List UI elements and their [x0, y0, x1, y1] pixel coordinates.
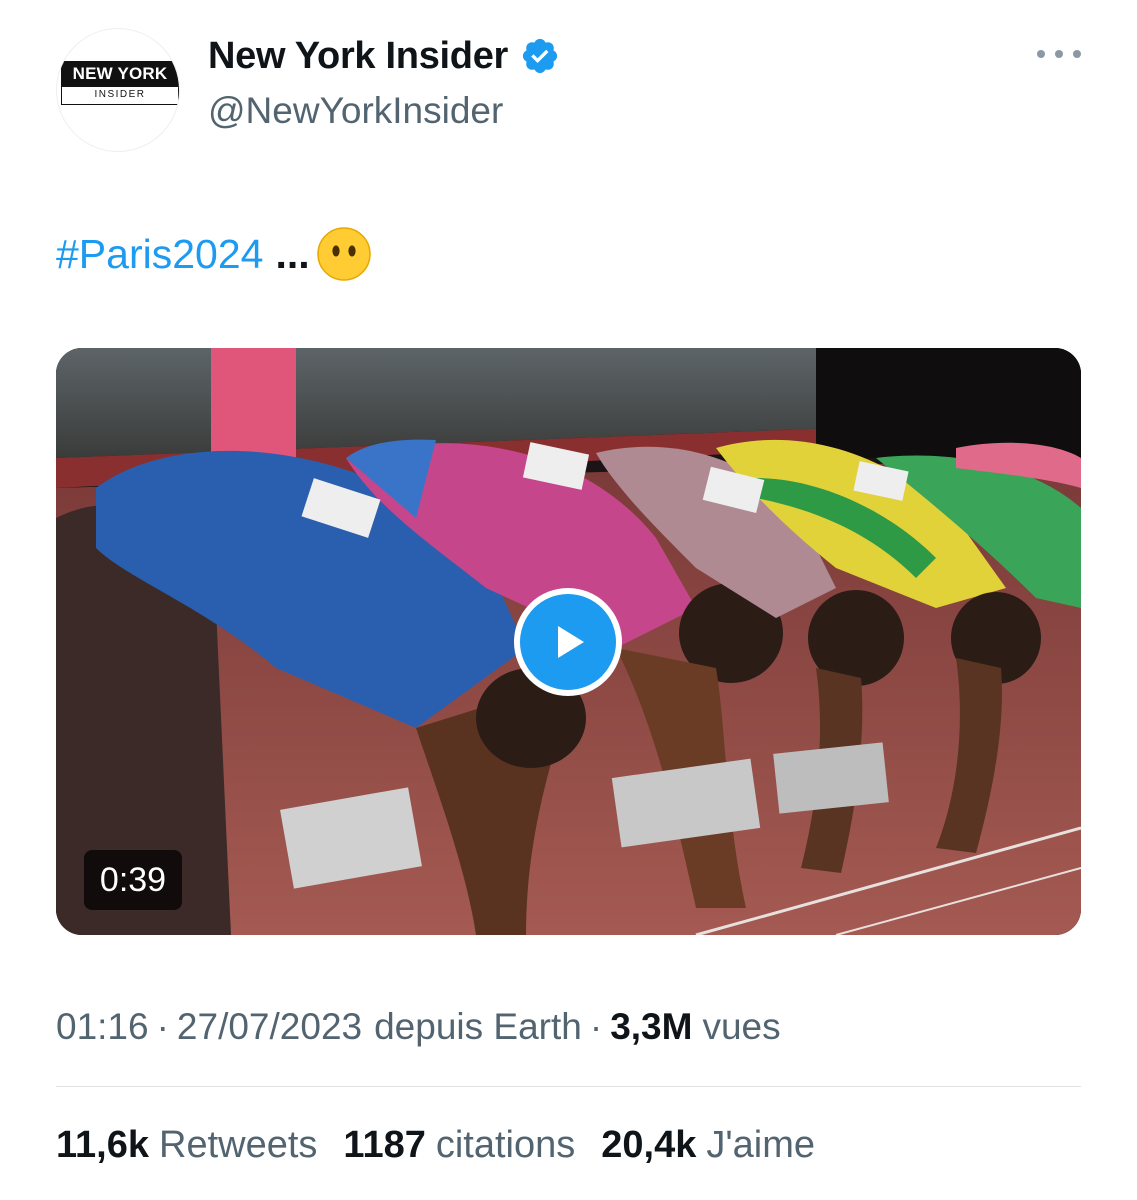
verified-badge-icon[interactable] [520, 36, 560, 76]
author-display-name[interactable]: New York Insider [208, 35, 508, 78]
tweet-date[interactable]: 27/07/2023 [177, 1006, 362, 1048]
retweets-stat[interactable]: 11,6k Retweets [56, 1124, 317, 1167]
likes-count: 20,4k [601, 1123, 697, 1166]
engagement-stats: 11,6k Retweets 1187 citations 20,4k J'ai… [56, 1118, 841, 1172]
hashtag-link[interactable]: #Paris2024 [56, 231, 263, 278]
author-name-row: New York Insider [208, 32, 560, 80]
divider [56, 1086, 1081, 1087]
quotes-stat[interactable]: 1187 citations [343, 1124, 575, 1167]
face-without-mouth-emoji-icon [316, 227, 371, 281]
tweet-ellipsis: ... [275, 230, 310, 277]
tweet-metadata: 01:16 · 27/07/2023 depuis Earth · 3,3M v… [56, 1002, 781, 1052]
video-player[interactable]: 0:39 [56, 348, 1081, 935]
avatar[interactable]: NEW YORK INSIDER [56, 28, 180, 152]
play-button[interactable] [514, 588, 622, 696]
meta-separator: · [156, 1006, 169, 1047]
avatar-logo-top: NEW YORK [61, 61, 179, 87]
likes-label: J'aime [706, 1123, 815, 1166]
video-duration-badge: 0:39 [84, 850, 182, 910]
more-dot [1073, 50, 1081, 58]
tweet-text: #Paris2024 ... [56, 224, 372, 284]
tweet-header: NEW YORK INSIDER New York Insider @NewYo… [56, 28, 1081, 153]
retweets-label: Retweets [159, 1123, 318, 1166]
views-label: vues [702, 1006, 781, 1047]
tweet-time[interactable]: 01:16 [56, 1006, 149, 1048]
views-count: 3,3M [610, 1006, 693, 1047]
tweet-source: depuis Earth [374, 1006, 582, 1047]
more-dot [1055, 50, 1063, 58]
quotes-label: citations [435, 1123, 576, 1166]
more-dot [1037, 50, 1045, 58]
more-options-icon[interactable] [1037, 42, 1081, 66]
author-handle[interactable]: @NewYorkInsider [208, 90, 503, 132]
quotes-count: 1187 [343, 1123, 426, 1166]
likes-stat[interactable]: 20,4k J'aime [601, 1124, 815, 1167]
retweets-count: 11,6k [56, 1123, 149, 1166]
meta-separator: · [589, 1006, 603, 1047]
play-icon [558, 626, 584, 658]
avatar-logo-bottom: INSIDER [61, 87, 179, 105]
